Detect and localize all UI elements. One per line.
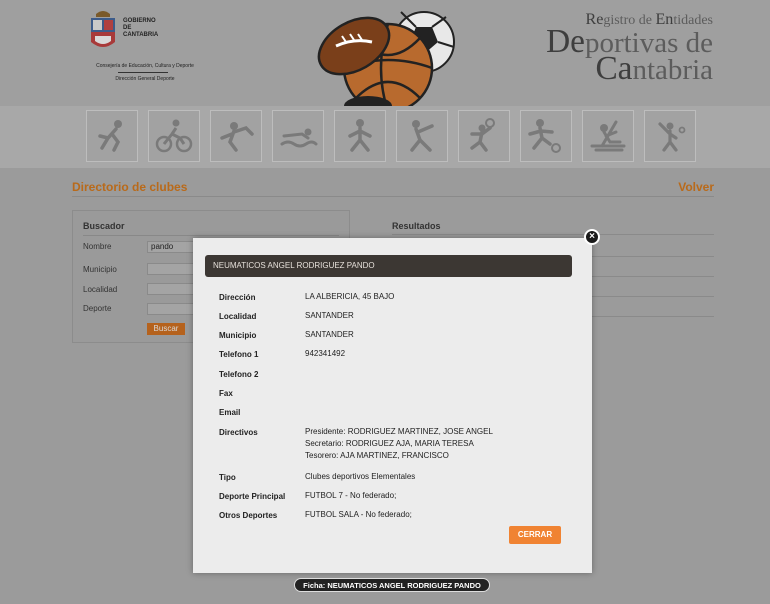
type-label: Tipo (219, 473, 236, 482)
results-divider (392, 234, 714, 235)
swimming-icon (272, 110, 324, 162)
logo-divider (118, 72, 168, 73)
locality-label: Localidad (83, 285, 118, 294)
club-detail-modal: NEUMATICOS ANGEL RODRIGUEZ PANDO Direcci… (193, 238, 592, 573)
directorate-name: Dirección General Deporte (115, 76, 175, 82)
back-link[interactable]: Volver (678, 180, 714, 194)
government-name: GOBIERNO DE CANTABRIA (123, 18, 159, 38)
registry-title-line3: Cantabria (595, 50, 713, 87)
municipality-label: Municipio (83, 265, 117, 274)
fax-label: Fax (219, 389, 233, 398)
search-button[interactable]: Buscar (147, 323, 185, 335)
running-icon (86, 110, 138, 162)
board-treasurer: Tesorero: AJA MARTINEZ, FRANCISCO (305, 451, 449, 460)
search-title: Buscador (83, 221, 125, 231)
cycling-icon (148, 110, 200, 162)
address-value: LA ALBERICIA, 45 BAJO (305, 292, 395, 301)
phone1-value: 942341492 (305, 349, 346, 358)
rowing-icon (582, 110, 634, 162)
registry-title: Registro de Entidades Deportivas de Cant… (546, 11, 713, 87)
gymnastics-icon (396, 110, 448, 162)
section-title: Directorio de clubes (72, 180, 188, 194)
football-icon (520, 110, 572, 162)
board-value: Presidente: RODRIGUEZ MARTINEZ, JOSE ANG… (305, 426, 493, 462)
section-divider (72, 196, 714, 197)
board-label: Directivos (219, 428, 258, 437)
locality-detail-value: SANTANDER (305, 311, 354, 320)
email-label: Email (219, 408, 241, 417)
phone2-label: Telefono 2 (219, 370, 259, 379)
other-sports-label: Otros Deportes (219, 511, 278, 520)
name-label: Nombre (83, 242, 112, 251)
results-title: Resultados (392, 221, 441, 231)
close-button[interactable]: CERRAR (509, 526, 561, 544)
main-sport-value: FUTBOL 7 - No federado; (305, 491, 397, 500)
sports-icon-strip (0, 106, 770, 168)
athletics-icon (334, 110, 386, 162)
municipality-detail-value: SANTANDER (305, 330, 354, 339)
sport-label: Deporte (83, 304, 112, 313)
other-sports-value: FUTBOL SALA - No federado; (305, 510, 412, 519)
board-secretary: Secretario: RODRIGUEZ AJA, MARIA TERESA (305, 439, 474, 448)
climbing-icon (210, 110, 262, 162)
municipality-detail-label: Municipio (219, 331, 257, 340)
ministry-name: Consejería de Educación, Cultura y Depor… (96, 63, 194, 69)
main-sport-label: Deporte Principal (219, 492, 286, 501)
address-label: Dirección (219, 293, 256, 302)
page: GOBIERNO DE CANTABRIA Consejería de Educ… (0, 0, 770, 604)
volleyball-icon (458, 110, 510, 162)
type-value: Clubes deportivos Elementales (305, 472, 416, 481)
phone1-label: Telefono 1 (219, 350, 259, 359)
tennis-icon (644, 110, 696, 162)
search-divider (83, 235, 339, 236)
locality-detail-label: Localidad (219, 312, 257, 321)
board-president: Presidente: RODRIGUEZ MARTINEZ, JOSE ANG… (305, 427, 493, 436)
site-header: GOBIERNO DE CANTABRIA Consejería de Educ… (0, 0, 770, 130)
coat-of-arms-icon (91, 11, 115, 47)
close-icon[interactable]: × (584, 229, 600, 245)
modal-title: NEUMATICOS ANGEL RODRIGUEZ PANDO (205, 255, 572, 277)
modal-caption: Ficha: NEUMATICOS ANGEL RODRIGUEZ PANDO (294, 578, 490, 592)
